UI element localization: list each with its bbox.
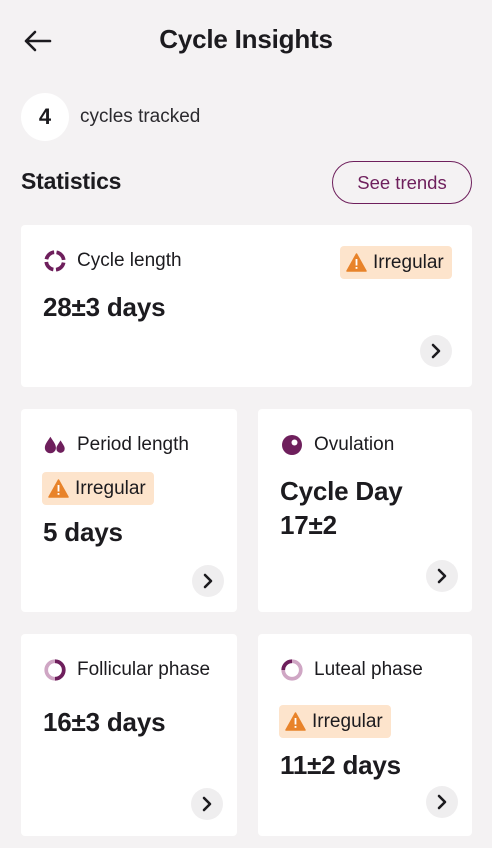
- cycle-length-label: Cycle length: [77, 250, 182, 271]
- cycle-length-value: 28±3 days: [43, 292, 166, 322]
- ring-icon: [43, 249, 67, 273]
- ovulation-card[interactable]: Ovulation Cycle Day 17±2: [258, 409, 472, 612]
- cycle-insights-screen: Cycle Insights 4 cycles tracked Statisti…: [0, 0, 492, 848]
- card-header: Ovulation: [280, 433, 394, 457]
- see-trends-button[interactable]: See trends: [332, 161, 472, 204]
- ring-icon: [43, 658, 67, 682]
- page-title: Cycle Insights: [159, 24, 333, 54]
- badge-label: Irregular: [312, 710, 383, 732]
- drops-icon: [43, 433, 67, 457]
- ovulation-icon: [280, 433, 304, 457]
- irregular-badge: Irregular: [340, 246, 452, 279]
- card-header: Period length: [43, 433, 189, 457]
- warning-icon: [48, 478, 69, 499]
- cycle-length-card[interactable]: Cycle length Irregular 28±3 days: [21, 225, 472, 387]
- period-length-label: Period length: [77, 434, 189, 455]
- warning-icon: [346, 252, 367, 273]
- ovulation-value-line1: Cycle Day: [280, 476, 403, 506]
- statistics-title: Statistics: [21, 168, 122, 194]
- irregular-badge: Irregular: [42, 472, 154, 505]
- chevron-right-icon: [203, 573, 213, 589]
- period-length-value: 5 days: [43, 517, 123, 547]
- cycles-tracked-count: 4: [21, 93, 69, 141]
- warning-icon: [285, 711, 306, 732]
- follicular-phase-card[interactable]: Follicular phase 16±3 days: [21, 634, 237, 836]
- period-length-card[interactable]: Period length Irregular 5 days: [21, 409, 237, 612]
- chevron-right-icon: [202, 796, 212, 812]
- ovulation-label: Ovulation: [314, 434, 395, 455]
- chevron-right-icon: [437, 794, 447, 810]
- card-header: Follicular phase: [43, 658, 210, 682]
- luteal-phase-details-button[interactable]: [426, 786, 458, 818]
- chevron-right-icon: [431, 343, 441, 359]
- badge-label: Irregular: [75, 477, 146, 499]
- ovulation-value-line2: 17±2: [280, 510, 337, 540]
- card-header: Luteal phase: [280, 658, 423, 682]
- badge-label: Irregular: [373, 251, 444, 273]
- follicular-phase-value: 16±3 days: [43, 707, 166, 737]
- cycles-tracked-label: cycles tracked: [80, 106, 201, 127]
- card-header: Cycle length: [43, 249, 182, 273]
- ring-icon: [280, 658, 304, 682]
- luteal-phase-label: Luteal phase: [314, 659, 423, 680]
- header: Cycle Insights: [0, 0, 492, 82]
- period-length-details-button[interactable]: [192, 565, 224, 597]
- cycle-length-details-button[interactable]: [420, 335, 452, 367]
- luteal-phase-card[interactable]: Luteal phase Irregular 11±2 days: [258, 634, 472, 836]
- ovulation-details-button[interactable]: [426, 560, 458, 592]
- luteal-phase-value: 11±2 days: [280, 750, 401, 780]
- cycles-tracked: 4 cycles tracked: [21, 93, 200, 141]
- chevron-right-icon: [437, 568, 447, 584]
- irregular-badge: Irregular: [279, 705, 391, 738]
- follicular-phase-details-button[interactable]: [191, 788, 223, 820]
- follicular-phase-label: Follicular phase: [77, 659, 211, 680]
